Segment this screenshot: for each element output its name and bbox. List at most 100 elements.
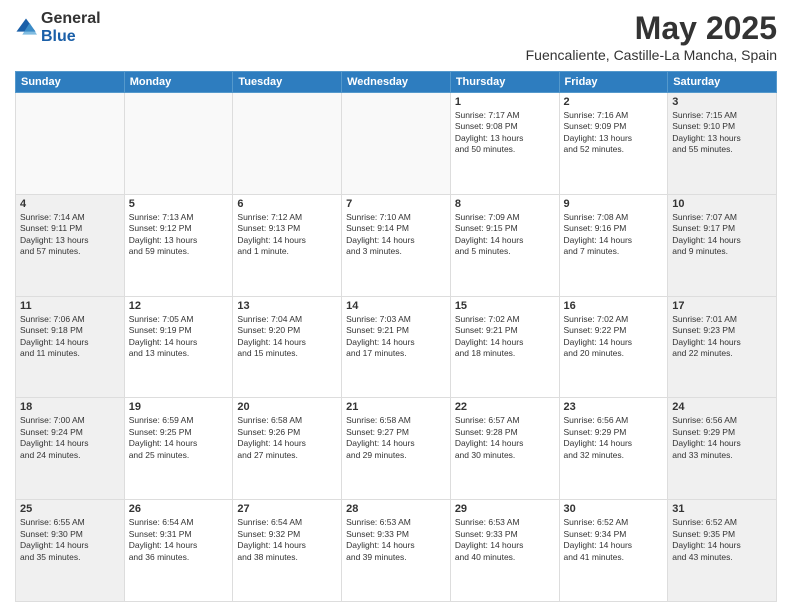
day-cell: 14 Sunrise: 7:03 AMSunset: 9:21 PMDayligh…	[342, 296, 451, 398]
day-info: Sunrise: 7:02 AMSunset: 9:22 PMDaylight:…	[564, 314, 664, 360]
day-number: 26	[129, 503, 229, 515]
week-row-0: 1 Sunrise: 7:17 AMSunset: 9:08 PMDaylight…	[16, 93, 777, 195]
logo-general: General	[41, 10, 101, 28]
day-number: 1	[455, 96, 555, 108]
day-cell: 25 Sunrise: 6:55 AMSunset: 9:30 PMDayligh…	[16, 500, 125, 602]
day-info: Sunrise: 7:06 AMSunset: 9:18 PMDaylight:…	[20, 314, 120, 360]
col-thursday: Thursday	[450, 72, 559, 93]
day-info: Sunrise: 6:58 AMSunset: 9:27 PMDaylight:…	[346, 415, 446, 461]
day-info: Sunrise: 6:58 AMSunset: 9:26 PMDaylight:…	[237, 415, 337, 461]
day-info: Sunrise: 7:03 AMSunset: 9:21 PMDaylight:…	[346, 314, 446, 360]
day-cell: 1 Sunrise: 7:17 AMSunset: 9:08 PMDaylight…	[450, 93, 559, 195]
day-cell: 19 Sunrise: 6:59 AMSunset: 9:25 PMDayligh…	[124, 398, 233, 500]
day-number: 29	[455, 503, 555, 515]
day-number: 18	[20, 401, 120, 413]
day-number: 7	[346, 198, 446, 210]
col-monday: Monday	[124, 72, 233, 93]
day-number: 20	[237, 401, 337, 413]
day-cell: 8 Sunrise: 7:09 AMSunset: 9:15 PMDaylight…	[450, 194, 559, 296]
week-row-3: 18 Sunrise: 7:00 AMSunset: 9:24 PMDayligh…	[16, 398, 777, 500]
day-number: 17	[672, 300, 772, 312]
week-row-2: 11Sunrise: 7:06 AMSunset: 9:18 PMDayligh…	[16, 296, 777, 398]
col-sunday: Sunday	[16, 72, 125, 93]
day-number: 30	[564, 503, 664, 515]
day-cell: 18 Sunrise: 7:00 AMSunset: 9:24 PMDayligh…	[16, 398, 125, 500]
day-number: 8	[455, 198, 555, 210]
day-number: 24	[672, 401, 772, 413]
header-row: Sunday Monday Tuesday Wednesday Thursday…	[16, 72, 777, 93]
day-cell: 21 Sunrise: 6:58 AMSunset: 9:27 PMDayligh…	[342, 398, 451, 500]
day-cell: 22 Sunrise: 6:57 AMSunset: 9:28 PMDayligh…	[450, 398, 559, 500]
day-info: Sunrise: 6:52 AMSunset: 9:35 PMDaylight:…	[672, 517, 772, 563]
day-number: 19	[129, 401, 229, 413]
day-cell: 31 Sunrise: 6:52 AMSunset: 9:35 PMDayligh…	[668, 500, 777, 602]
day-info: Sunrise: 6:56 AMSunset: 9:29 PMDaylight:…	[672, 415, 772, 461]
day-info: Sunrise: 6:59 AMSunset: 9:25 PMDaylight:…	[129, 415, 229, 461]
day-cell: 12Sunrise: 7:05 AMSunset: 9:19 PMDayligh…	[124, 296, 233, 398]
col-tuesday: Tuesday	[233, 72, 342, 93]
day-info: Sunrise: 7:16 AMSunset: 9:09 PMDaylight:…	[564, 110, 664, 156]
week-row-1: 4 Sunrise: 7:14 AMSunset: 9:11 PMDaylight…	[16, 194, 777, 296]
logo: General Blue	[15, 10, 101, 45]
day-number: 13	[237, 300, 337, 312]
day-info: Sunrise: 7:17 AMSunset: 9:08 PMDaylight:…	[455, 110, 555, 156]
day-number: 21	[346, 401, 446, 413]
day-info: Sunrise: 6:53 AMSunset: 9:33 PMDaylight:…	[346, 517, 446, 563]
day-cell: 2 Sunrise: 7:16 AMSunset: 9:09 PMDaylight…	[559, 93, 668, 195]
day-number: 10	[672, 198, 772, 210]
day-info: Sunrise: 7:14 AMSunset: 9:11 PMDaylight:…	[20, 212, 120, 258]
day-cell: 13Sunrise: 7:04 AMSunset: 9:20 PMDayligh…	[233, 296, 342, 398]
day-number: 14	[346, 300, 446, 312]
day-info: Sunrise: 6:54 AMSunset: 9:31 PMDaylight:…	[129, 517, 229, 563]
day-cell: 28Sunrise: 6:53 AMSunset: 9:33 PMDayligh…	[342, 500, 451, 602]
day-cell	[16, 93, 125, 195]
day-cell	[342, 93, 451, 195]
day-cell: 24 Sunrise: 6:56 AMSunset: 9:29 PMDayligh…	[668, 398, 777, 500]
day-cell: 23 Sunrise: 6:56 AMSunset: 9:29 PMDayligh…	[559, 398, 668, 500]
day-cell: 5 Sunrise: 7:13 AMSunset: 9:12 PMDaylight…	[124, 194, 233, 296]
day-info: Sunrise: 7:02 AMSunset: 9:21 PMDaylight:…	[455, 314, 555, 360]
day-info: Sunrise: 7:13 AMSunset: 9:12 PMDaylight:…	[129, 212, 229, 258]
day-cell	[124, 93, 233, 195]
day-cell: 16Sunrise: 7:02 AMSunset: 9:22 PMDayligh…	[559, 296, 668, 398]
page: General Blue May 2025 Fuencaliente, Cast…	[0, 0, 792, 612]
day-number: 9	[564, 198, 664, 210]
day-cell: 26 Sunrise: 6:54 AMSunset: 9:31 PMDayligh…	[124, 500, 233, 602]
day-cell: 6Sunrise: 7:12 AMSunset: 9:13 PMDaylight…	[233, 194, 342, 296]
day-info: Sunrise: 6:55 AMSunset: 9:30 PMDaylight:…	[20, 517, 120, 563]
day-number: 2	[564, 96, 664, 108]
day-cell: 29Sunrise: 6:53 AMSunset: 9:33 PMDayligh…	[450, 500, 559, 602]
logo-icon	[15, 17, 37, 39]
col-saturday: Saturday	[668, 72, 777, 93]
day-number: 25	[20, 503, 120, 515]
day-cell: 30Sunrise: 6:52 AMSunset: 9:34 PMDayligh…	[559, 500, 668, 602]
day-number: 4	[20, 198, 120, 210]
day-info: Sunrise: 7:09 AMSunset: 9:15 PMDaylight:…	[455, 212, 555, 258]
day-cell: 20 Sunrise: 6:58 AMSunset: 9:26 PMDayligh…	[233, 398, 342, 500]
day-cell: 17Sunrise: 7:01 AMSunset: 9:23 PMDayligh…	[668, 296, 777, 398]
day-info: Sunrise: 7:05 AMSunset: 9:19 PMDaylight:…	[129, 314, 229, 360]
day-cell: 15 Sunrise: 7:02 AMSunset: 9:21 PMDayligh…	[450, 296, 559, 398]
title-section: May 2025 Fuencaliente, Castille-La Manch…	[526, 10, 777, 63]
day-cell: 11Sunrise: 7:06 AMSunset: 9:18 PMDayligh…	[16, 296, 125, 398]
day-number: 5	[129, 198, 229, 210]
day-cell: 3Sunrise: 7:15 AMSunset: 9:10 PMDaylight…	[668, 93, 777, 195]
day-info: Sunrise: 6:56 AMSunset: 9:29 PMDaylight:…	[564, 415, 664, 461]
day-number: 31	[672, 503, 772, 515]
day-info: Sunrise: 7:00 AMSunset: 9:24 PMDaylight:…	[20, 415, 120, 461]
day-info: Sunrise: 7:07 AMSunset: 9:17 PMDaylight:…	[672, 212, 772, 258]
logo-text: General Blue	[41, 10, 101, 45]
day-cell: 7Sunrise: 7:10 AMSunset: 9:14 PMDaylight…	[342, 194, 451, 296]
day-number: 6	[237, 198, 337, 210]
day-info: Sunrise: 6:54 AMSunset: 9:32 PMDaylight:…	[237, 517, 337, 563]
day-number: 15	[455, 300, 555, 312]
day-number: 23	[564, 401, 664, 413]
day-number: 22	[455, 401, 555, 413]
calendar-body: 1 Sunrise: 7:17 AMSunset: 9:08 PMDaylight…	[16, 93, 777, 602]
day-cell	[233, 93, 342, 195]
day-info: Sunrise: 7:15 AMSunset: 9:10 PMDaylight:…	[672, 110, 772, 156]
col-wednesday: Wednesday	[342, 72, 451, 93]
day-cell: 10 Sunrise: 7:07 AMSunset: 9:17 PMDayligh…	[668, 194, 777, 296]
day-cell: 27Sunrise: 6:54 AMSunset: 9:32 PMDayligh…	[233, 500, 342, 602]
day-info: Sunrise: 6:57 AMSunset: 9:28 PMDaylight:…	[455, 415, 555, 461]
